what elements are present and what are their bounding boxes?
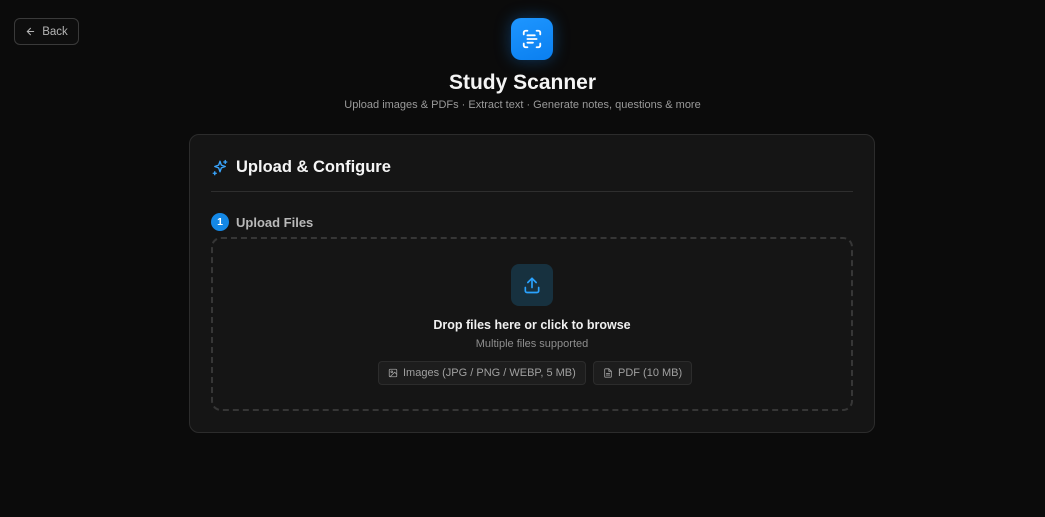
page-title: Study Scanner [448,71,597,94]
app-logo [511,18,553,60]
chip-pdf-label: PDF (10 MB) [618,367,683,379]
dropzone-title: Drop files here or click to browse [433,318,631,332]
step-number-badge: 1 [211,213,229,231]
dropzone-subtitle: Multiple files supported [475,338,589,350]
card-header: Upload & Configure [211,158,391,177]
card-title: Upload & Configure [236,158,391,176]
chip-pdf-format: PDF (10 MB) [593,361,693,385]
image-icon [388,368,398,378]
file-dropzone[interactable]: Drop files here or click to browse Multi… [211,237,853,411]
study-scanner-page: Back Study Scanner Upload images & PDFs … [0,0,1045,517]
upload-card: Upload & Configure 1 Upload Files Drop f… [189,134,875,433]
upload-icon [524,277,540,294]
sparkles-icon [212,159,228,175]
divider [211,191,853,192]
step-upload-files: 1 Upload Files [211,213,313,231]
upload-icon-box [511,264,553,306]
step-label: Upload Files [236,214,314,230]
back-button-label: Back [42,25,68,38]
back-button[interactable]: Back [14,18,79,45]
chip-images-format: Images (JPG / PNG / WEBP, 5 MB) [378,361,586,385]
page-subtitle: Upload images & PDFs · Extract text · Ge… [344,99,701,111]
arrow-left-icon [26,27,35,36]
scan-text-icon [522,29,542,49]
chip-images-label: Images (JPG / PNG / WEBP, 5 MB) [403,367,576,379]
file-icon [604,368,612,378]
